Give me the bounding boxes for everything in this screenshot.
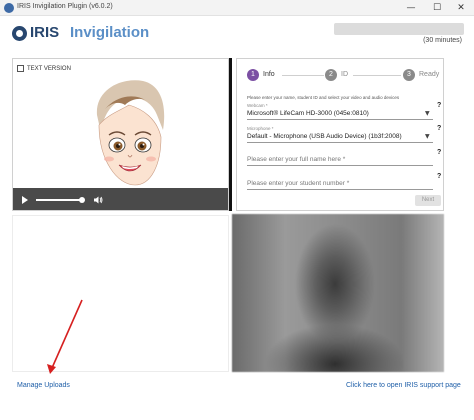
text-version-label: TEXT VERSION xyxy=(27,65,71,72)
full-name-input[interactable]: Please enter your full name here * xyxy=(247,156,345,163)
play-icon[interactable] xyxy=(22,196,28,204)
microphone-dropdown-icon[interactable]: ▼ xyxy=(425,133,430,140)
step-connector xyxy=(353,75,401,76)
video-progress-knob[interactable] xyxy=(79,197,85,203)
support-page-link[interactable]: Click here to open IRIS support page xyxy=(346,382,461,389)
step-1-circle: 1 xyxy=(247,69,259,81)
blank-panel xyxy=(12,215,229,372)
form-instructions: Please enter your name, student ID and s… xyxy=(247,95,400,100)
window-title: IRIS Invigilation Plugin (v6.0.2) xyxy=(17,3,113,10)
text-version-toggle[interactable]: TEXT VERSION xyxy=(17,65,71,72)
window-titlebar: IRIS Invigilation Plugin (v6.0.2) — ☐ ✕ xyxy=(0,0,474,16)
step-connector xyxy=(282,75,324,76)
webcam-help-icon[interactable]: ? xyxy=(437,102,441,109)
exam-duration: (30 minutes) xyxy=(423,37,462,44)
video-panel-edge xyxy=(229,58,232,211)
student-number-help-icon[interactable]: ? xyxy=(437,173,441,180)
step-3-circle: 3 xyxy=(403,69,415,81)
microphone-help-icon[interactable]: ? xyxy=(437,125,441,132)
step-2-circle: 2 xyxy=(325,69,337,81)
step-1-label: Info xyxy=(263,71,275,78)
microphone-underline xyxy=(247,142,433,143)
webcam-preview xyxy=(232,214,444,372)
next-button[interactable]: Next xyxy=(415,195,441,206)
minimize-button[interactable]: — xyxy=(398,1,424,15)
webcam-select[interactable]: Microsoft® LifeCam HD-3000 (045e:0810) xyxy=(247,110,369,117)
video-controls-bar xyxy=(13,188,228,210)
student-number-underline xyxy=(247,189,433,190)
logo-text-invigilation: Invigilation xyxy=(70,24,150,41)
student-number-input[interactable]: Please enter your student number * xyxy=(247,180,349,187)
step-2-label: ID xyxy=(341,71,348,78)
video-progress-slider[interactable] xyxy=(36,199,84,201)
text-version-checkbox[interactable] xyxy=(17,65,24,72)
volume-icon[interactable] xyxy=(93,195,103,205)
microphone-select[interactable]: Default - Microphone (USB Audio Device) … xyxy=(247,133,402,140)
name-help-icon[interactable]: ? xyxy=(437,149,441,156)
iris-logo-icon xyxy=(12,26,27,41)
microphone-label: Microphone * xyxy=(247,126,274,131)
step-3-label: Ready xyxy=(419,71,440,78)
setup-form-panel: 1 Info 2 ID 3 Ready Please enter your na… xyxy=(236,58,444,211)
instruction-video-panel: TEXT VERSION xyxy=(12,58,229,211)
webcam-underline xyxy=(247,119,433,120)
webcam-dropdown-icon[interactable]: ▼ xyxy=(425,110,430,117)
app-icon xyxy=(4,3,14,13)
manage-uploads-link[interactable]: Manage Uploads xyxy=(17,382,70,389)
cartoon-avatar-image xyxy=(96,80,165,186)
webcam-label: Webcam * xyxy=(247,103,268,108)
setup-stepper: 1 Info 2 ID 3 Ready xyxy=(237,69,445,83)
maximize-button[interactable]: ☐ xyxy=(424,1,450,15)
logo-text-iris: IRIS xyxy=(30,24,60,41)
redacted-exam-title xyxy=(334,23,464,35)
full-name-underline xyxy=(247,165,433,166)
close-button[interactable]: ✕ xyxy=(448,1,474,15)
